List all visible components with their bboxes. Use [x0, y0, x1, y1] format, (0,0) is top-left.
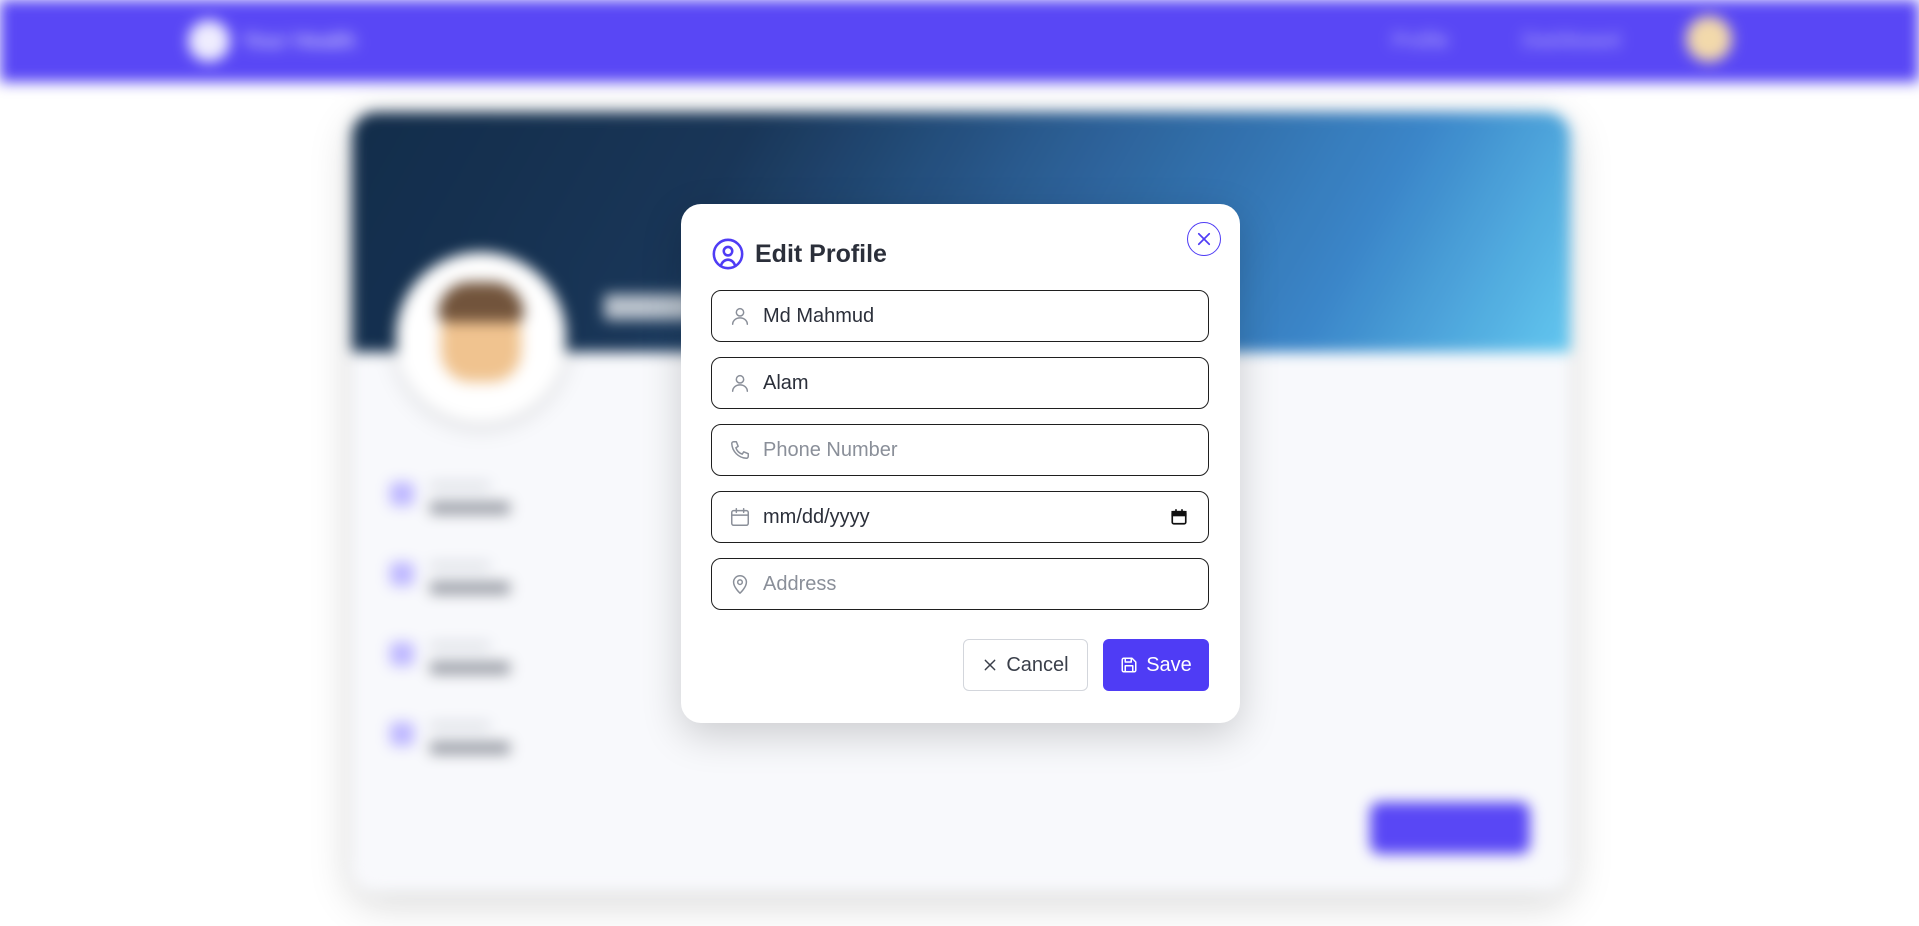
- map-pin-icon: [728, 572, 752, 596]
- user-circle-icon: [711, 237, 745, 271]
- save-label: Save: [1146, 653, 1192, 676]
- calendar-icon: [728, 505, 752, 529]
- close-icon: [1195, 230, 1213, 248]
- calendar-picker-icon[interactable]: [1168, 506, 1190, 528]
- user-icon: [728, 304, 752, 328]
- address-input[interactable]: [763, 572, 1208, 596]
- last-name-field[interactable]: [711, 357, 1209, 409]
- edit-profile-modal: Edit Profile Md Mahmud Alam Phone Number…: [681, 204, 1240, 723]
- modal-title: Edit Profile: [755, 239, 887, 268]
- first-name-field[interactable]: [711, 290, 1209, 342]
- phone-input[interactable]: [763, 438, 1208, 462]
- date-of-birth-field[interactable]: mm/dd/yyyy: [711, 491, 1209, 543]
- modal-header: Edit Profile: [711, 236, 887, 272]
- cancel-label: Cancel: [1006, 653, 1069, 676]
- save-icon: [1120, 656, 1138, 674]
- close-button[interactable]: [1187, 222, 1221, 256]
- user-icon: [728, 371, 752, 395]
- save-button[interactable]: Save: [1103, 639, 1209, 691]
- last-name-input[interactable]: [763, 371, 1208, 395]
- x-icon: [982, 657, 998, 673]
- first-name-input[interactable]: [763, 304, 1208, 328]
- date-of-birth-input[interactable]: mm/dd/yyyy: [763, 506, 1168, 529]
- cancel-button[interactable]: Cancel: [963, 639, 1088, 691]
- phone-icon: [728, 438, 752, 462]
- phone-field[interactable]: [711, 424, 1209, 476]
- address-field[interactable]: [711, 558, 1209, 610]
